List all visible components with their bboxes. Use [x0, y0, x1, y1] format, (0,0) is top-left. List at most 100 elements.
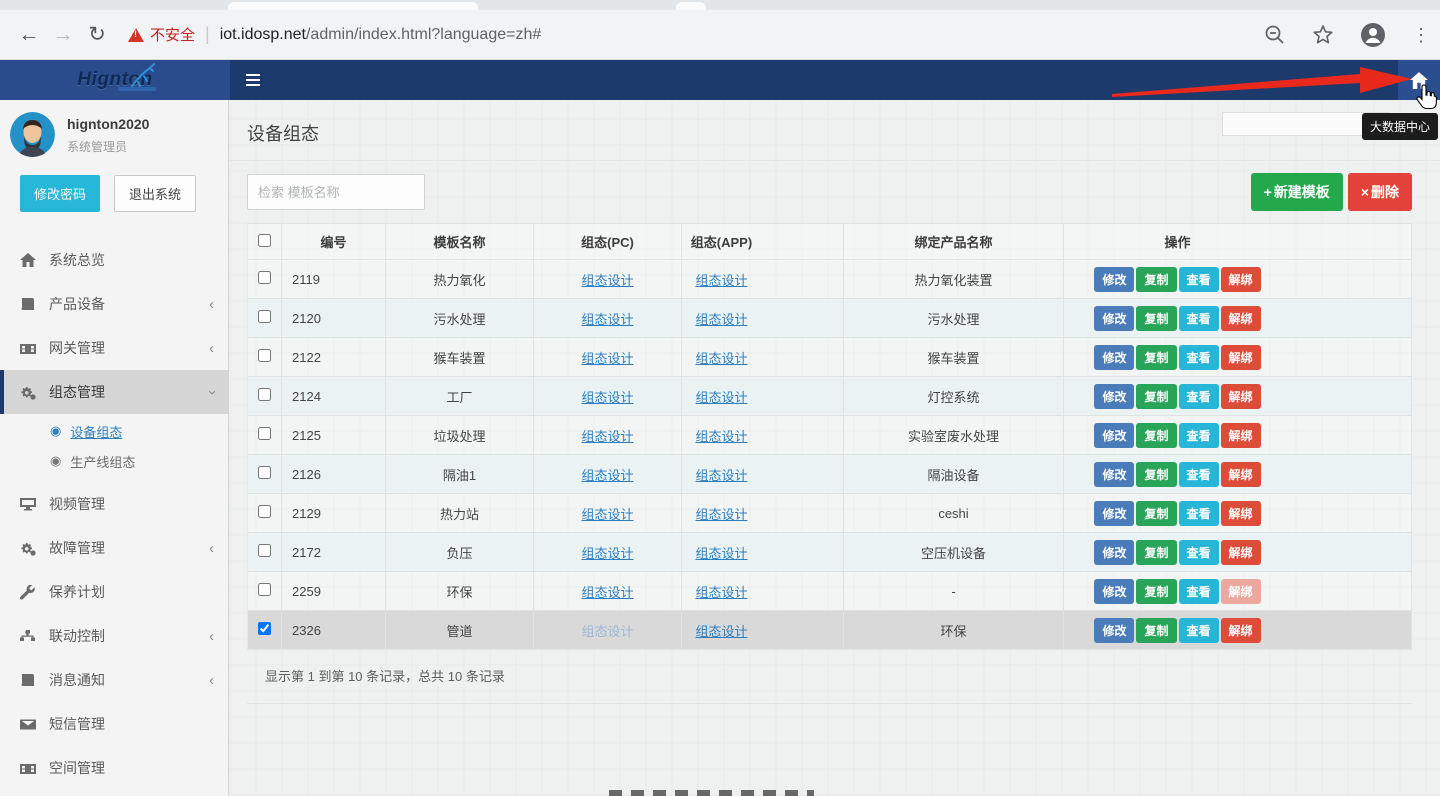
app-config-link[interactable]: 组态设计 — [695, 351, 747, 366]
copy-button[interactable]: 复制 — [1136, 306, 1176, 331]
app-logo[interactable]: Hignton — [0, 60, 230, 100]
app-config-link[interactable]: 组态设计 — [695, 468, 747, 483]
sidebar-item-maintenance-plan[interactable]: 保养计划 — [0, 570, 228, 614]
view-button[interactable]: 查看 — [1179, 267, 1219, 292]
sidebar-item-config-mgmt[interactable]: 组态管理‹ — [0, 370, 228, 414]
copy-button[interactable]: 复制 — [1136, 540, 1176, 565]
view-button[interactable]: 查看 — [1179, 618, 1219, 643]
zoom-icon[interactable] — [1264, 24, 1286, 46]
edit-button[interactable]: 修改 — [1094, 267, 1134, 292]
app-config-link[interactable]: 组态设计 — [695, 585, 747, 600]
copy-button[interactable]: 复制 — [1136, 579, 1176, 604]
pc-config-link[interactable]: 组态设计 — [581, 390, 633, 405]
col-header-actions[interactable]: 操作 — [1064, 224, 1412, 260]
edit-button[interactable]: 修改 — [1094, 306, 1134, 331]
sidebar-item-linkage-control[interactable]: 联动控制‹ — [0, 614, 228, 658]
forward-button[interactable]: → — [46, 23, 80, 47]
view-button[interactable]: 查看 — [1179, 501, 1219, 526]
sidebar-item-video-mgmt[interactable]: 视频管理 — [0, 482, 228, 526]
row-checkbox[interactable] — [258, 622, 271, 635]
copy-button[interactable]: 复制 — [1136, 618, 1176, 643]
view-button[interactable]: 查看 — [1179, 579, 1219, 604]
unbind-button[interactable]: 解绑 — [1221, 579, 1261, 604]
sidebar-item-space-mgmt[interactable]: 空间管理 — [0, 746, 228, 790]
edit-button[interactable]: 修改 — [1094, 579, 1134, 604]
unbind-button[interactable]: 解绑 — [1221, 345, 1261, 370]
col-header-name[interactable]: 模板名称 — [386, 224, 534, 260]
unbind-button[interactable]: 解绑 — [1221, 540, 1261, 565]
view-button[interactable]: 查看 — [1179, 384, 1219, 409]
app-config-link[interactable]: 组态设计 — [695, 312, 747, 327]
hamburger-menu-icon[interactable] — [246, 71, 260, 89]
view-button[interactable]: 查看 — [1179, 462, 1219, 487]
unbind-button[interactable]: 解绑 — [1221, 306, 1261, 331]
pc-config-link[interactable]: 组态设计 — [581, 429, 633, 444]
copy-button[interactable]: 复制 — [1136, 384, 1176, 409]
unbind-button[interactable]: 解绑 — [1221, 501, 1261, 526]
sidebar-item-fault-mgmt[interactable]: 故障管理‹ — [0, 526, 228, 570]
col-header-id[interactable]: 编号 — [282, 224, 386, 260]
browser-tab[interactable] — [228, 2, 478, 10]
change-password-button[interactable]: 修改密码 — [20, 175, 100, 212]
app-config-link[interactable]: 组态设计 — [695, 429, 747, 444]
refresh-button[interactable]: ↻ — [80, 22, 114, 47]
browser-menu-icon[interactable]: ⋮ — [1412, 32, 1418, 38]
security-warning-icon[interactable] — [128, 28, 144, 42]
select-all-checkbox[interactable] — [258, 234, 271, 247]
address-bar[interactable]: iot.idosp.net/admin/index.html?language=… — [220, 26, 542, 44]
row-checkbox[interactable] — [258, 427, 271, 440]
row-checkbox[interactable] — [258, 349, 271, 362]
copy-button[interactable]: 复制 — [1136, 423, 1176, 448]
unbind-button[interactable]: 解绑 — [1221, 618, 1261, 643]
view-button[interactable]: 查看 — [1179, 540, 1219, 565]
edit-button[interactable]: 修改 — [1094, 462, 1134, 487]
pc-config-link[interactable]: 组态设计 — [581, 624, 633, 639]
col-header-app[interactable]: 组态(APP) — [682, 224, 844, 260]
bookmark-star-icon[interactable] — [1312, 24, 1334, 46]
unbind-button[interactable]: 解绑 — [1221, 267, 1261, 292]
pc-config-link[interactable]: 组态设计 — [581, 585, 633, 600]
app-config-link[interactable]: 组态设计 — [695, 624, 747, 639]
new-template-button[interactable]: +新建模板 — [1251, 173, 1343, 211]
profile-avatar-icon[interactable] — [1360, 22, 1386, 48]
unbind-button[interactable]: 解绑 — [1221, 384, 1261, 409]
sidebar-item-system-overview[interactable]: 系统总览 — [0, 238, 228, 282]
edit-button[interactable]: 修改 — [1094, 540, 1134, 565]
delete-button[interactable]: ×删除 — [1348, 173, 1412, 211]
pc-config-link[interactable]: 组态设计 — [581, 507, 633, 522]
view-button[interactable]: 查看 — [1179, 423, 1219, 448]
logout-button[interactable]: 退出系统 — [114, 175, 196, 212]
template-search-input[interactable] — [247, 174, 425, 210]
edit-button[interactable]: 修改 — [1094, 501, 1134, 526]
copy-button[interactable]: 复制 — [1136, 345, 1176, 370]
pc-config-link[interactable]: 组态设计 — [581, 468, 633, 483]
edit-button[interactable]: 修改 — [1094, 384, 1134, 409]
copy-button[interactable]: 复制 — [1136, 267, 1176, 292]
row-checkbox[interactable] — [258, 388, 271, 401]
home-button[interactable] — [1398, 60, 1440, 100]
app-config-link[interactable]: 组态设计 — [695, 546, 747, 561]
sidebar-item-message-notify[interactable]: 消息通知‹ — [0, 658, 228, 702]
row-checkbox[interactable] — [258, 310, 271, 323]
app-config-link[interactable]: 组态设计 — [695, 507, 747, 522]
copy-button[interactable]: 复制 — [1136, 501, 1176, 526]
row-checkbox[interactable] — [258, 466, 271, 479]
copy-button[interactable]: 复制 — [1136, 462, 1176, 487]
avatar[interactable] — [10, 112, 55, 157]
sidebar-item-sms-mgmt[interactable]: 短信管理 — [0, 702, 228, 746]
sidebar-subitem-production-line-config[interactable]: ◉生产线组态 — [0, 446, 228, 476]
unbind-button[interactable]: 解绑 — [1221, 423, 1261, 448]
pc-config-link[interactable]: 组态设计 — [581, 546, 633, 561]
col-header-product[interactable]: 绑定产品名称 — [844, 224, 1064, 260]
view-button[interactable]: 查看 — [1179, 345, 1219, 370]
row-checkbox[interactable] — [258, 544, 271, 557]
col-header-pc[interactable]: 组态(PC) — [534, 224, 682, 260]
pc-config-link[interactable]: 组态设计 — [581, 351, 633, 366]
security-warning-text[interactable]: 不安全 — [150, 24, 195, 45]
back-button[interactable]: ← — [12, 23, 46, 47]
row-checkbox[interactable] — [258, 271, 271, 284]
sidebar-subitem-device-config[interactable]: ◉设备组态 — [0, 416, 228, 446]
app-config-link[interactable]: 组态设计 — [695, 390, 747, 405]
browser-tab[interactable] — [676, 2, 706, 10]
edit-button[interactable]: 修改 — [1094, 618, 1134, 643]
